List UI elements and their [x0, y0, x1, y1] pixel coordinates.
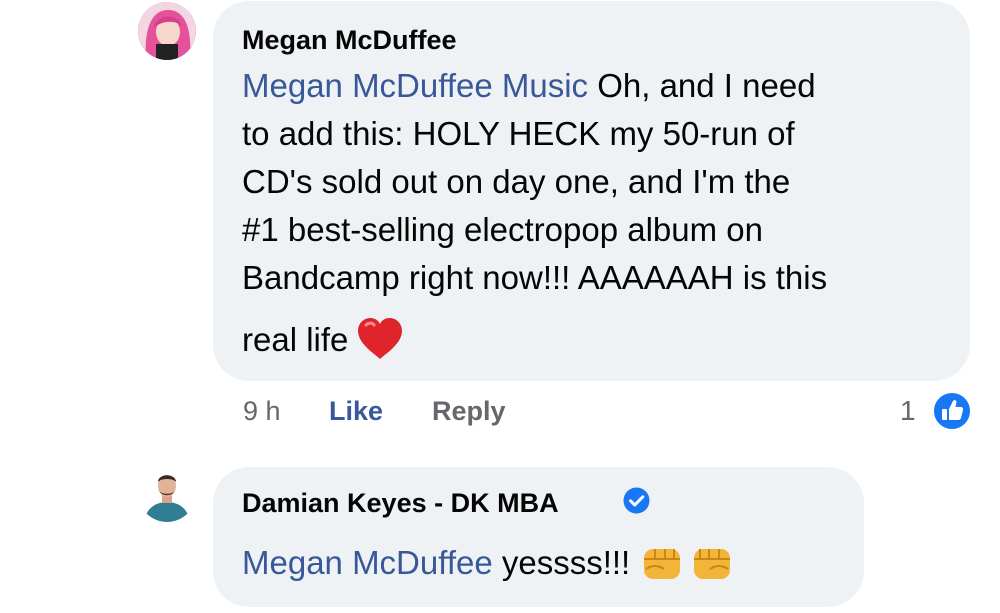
comment-text-line: Megan McDuffee yessss!!!: [242, 543, 734, 586]
comment-text-line: to add this: HOLY HECK my 50-run of: [242, 115, 795, 152]
comment-text-line: Megan McDuffee Music Oh, and I need: [242, 66, 816, 106]
mention-link[interactable]: Megan McDuffee Music: [242, 67, 588, 104]
comment-text: real life: [242, 321, 349, 358]
thumbs-up-icon[interactable]: [932, 391, 972, 431]
comment-text-line: CD's sold out on day one, and I'm the: [242, 163, 791, 200]
comment-author[interactable]: Damian Keyes - DK MBA: [242, 487, 559, 519]
reaction-count[interactable]: 1: [900, 393, 916, 429]
comments-thread: Megan McDuffee Megan McDuffee Music Oh, …: [0, 0, 1000, 613]
comment-text: yessss!!!: [492, 544, 631, 581]
red-heart-icon: [356, 317, 404, 361]
mention-link[interactable]: Megan McDuffee: [242, 544, 493, 581]
reply-button[interactable]: Reply: [432, 393, 506, 429]
like-button[interactable]: Like: [329, 393, 383, 429]
comment-text-line: Bandcamp right now!!! AAAAAAH is this: [242, 259, 828, 296]
comment-timestamp[interactable]: 9 h: [243, 393, 281, 429]
avatar-megan[interactable]: [138, 2, 196, 60]
fist-bump-icon: [690, 541, 734, 583]
comment-text-line: real life: [242, 317, 404, 364]
avatar-damian[interactable]: [138, 464, 196, 522]
comment-text-line: #1 best-selling electropop album on: [242, 211, 763, 248]
verified-badge-icon: [623, 487, 650, 514]
comment-text: Oh, and I need: [588, 67, 816, 104]
fist-bump-icon: [640, 541, 684, 583]
comment-author[interactable]: Megan McDuffee: [242, 24, 457, 56]
